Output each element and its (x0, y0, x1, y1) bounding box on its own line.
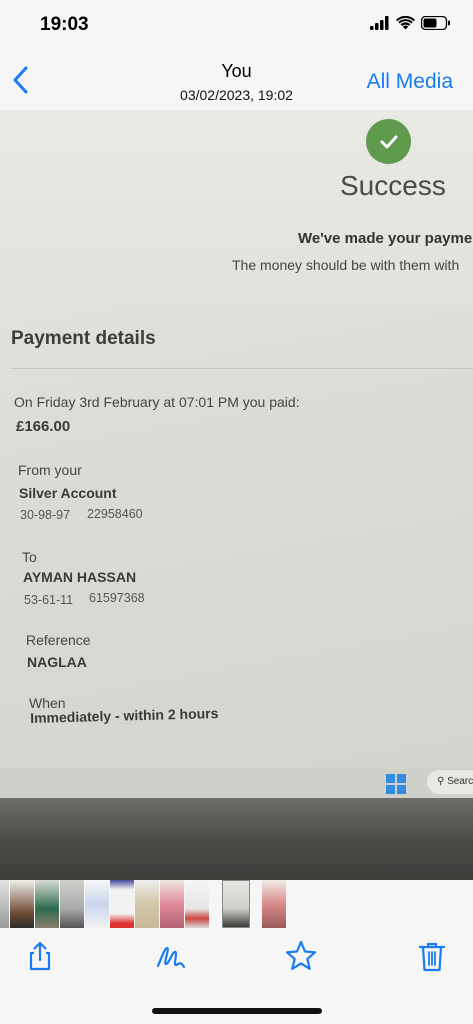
windows-logo-icon (386, 774, 406, 794)
share-icon (29, 941, 51, 971)
thumbnail-selected[interactable] (222, 880, 250, 928)
home-indicator[interactable] (152, 1008, 322, 1014)
thumbnail[interactable] (110, 880, 134, 928)
delete-button[interactable] (414, 938, 450, 974)
to-account-number: 61597368 (89, 591, 145, 605)
success-heading: Success (340, 170, 446, 201)
status-bar: 19:03 (0, 0, 473, 52)
thumbnail[interactable] (160, 880, 184, 928)
divider (10, 368, 473, 369)
thumbnail[interactable] (262, 880, 286, 928)
bottom-toolbar (0, 928, 473, 1024)
thumbnail[interactable] (85, 880, 109, 928)
screen-photo: Success We've made your payment. The mon… (0, 110, 473, 880)
nav-bar: You 03/02/2023, 19:02 All Media (0, 52, 473, 111)
signal-icon (370, 16, 389, 30)
thumbnail[interactable] (185, 880, 209, 928)
share-button[interactable] (22, 938, 58, 974)
photo-viewer[interactable]: Success We've made your payment. The mon… (0, 110, 473, 880)
money-arrival-text: The money should be with them with (232, 257, 460, 273)
from-account-number: 22958460 (87, 507, 143, 521)
status-time: 19:03 (40, 14, 89, 35)
thumbnail[interactable] (135, 880, 159, 928)
status-icons (370, 16, 451, 30)
to-sort-code: 53-61-11 (24, 593, 74, 607)
thumbnail[interactable] (60, 880, 84, 928)
success-check-icon (366, 119, 411, 164)
monitor-bezel (0, 798, 473, 880)
paid-line: On Friday 3rd February at 07:01 PM you p… (14, 394, 300, 410)
thumbnail[interactable] (10, 880, 34, 928)
all-media-button[interactable]: All Media (367, 70, 453, 94)
star-icon (285, 940, 317, 970)
to-label: To (22, 549, 37, 565)
search-hint: Searc (447, 776, 473, 787)
thumbnail[interactable] (35, 880, 59, 928)
battery-icon (421, 16, 450, 30)
thumbnail[interactable] (0, 880, 9, 928)
from-label: From your (18, 462, 82, 478)
reference-label: Reference (26, 632, 91, 648)
taskbar-search: ⚲ Searc (427, 770, 473, 794)
wifi-icon (396, 16, 415, 30)
to-name: AYMAN HASSAN (23, 569, 137, 585)
from-account: Silver Account (19, 485, 117, 501)
favorite-button[interactable] (283, 938, 319, 974)
from-sort-code: 30-98-97 (20, 508, 71, 522)
trash-icon (418, 942, 446, 972)
payment-made-text: We've made your payment. (298, 230, 473, 247)
thumbnail-strip (0, 880, 473, 928)
amount: £166.00 (16, 418, 71, 435)
reference-value: NAGLAA (27, 654, 87, 670)
markup-icon (156, 946, 186, 969)
markup-button[interactable] (154, 938, 190, 974)
payment-details-heading: Payment details (11, 328, 156, 349)
